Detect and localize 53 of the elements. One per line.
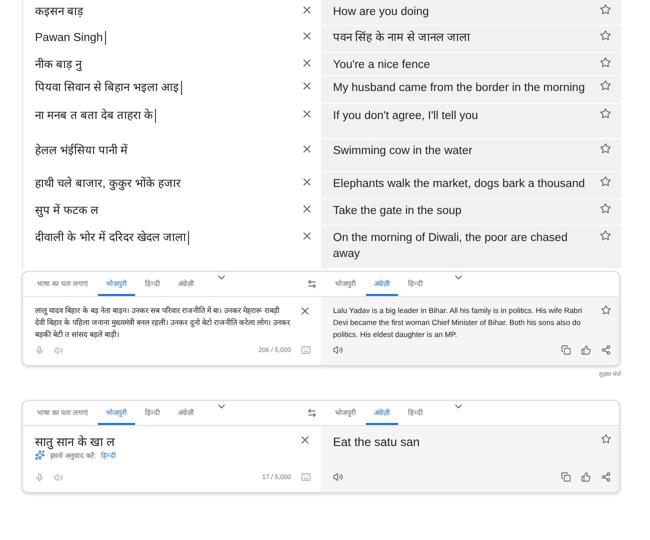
translated-phrase: पवन सिंह के नाम से जानल जाला [333,30,472,46]
share-button[interactable] [601,345,611,355]
translated-phrase: Take the gate in the soup [333,204,463,219]
source-phrase: नीक बाड़ नु [35,57,82,73]
close-button[interactable] [301,80,313,92]
star-button[interactable] [601,434,611,444]
close-button[interactable] [301,30,313,42]
star-button[interactable] [600,57,611,68]
star-button[interactable] [601,305,611,315]
translated-phrase: Swimming cow in the water [333,144,474,159]
star-button[interactable] [600,230,611,241]
star-button[interactable] [600,176,611,187]
star-button[interactable] [600,143,611,154]
translated-phrase: If you don't agree, I'll tell you [333,109,480,124]
source-phrase: ना मनब त बता देब ताहरा के [35,108,154,124]
copy-button[interactable] [561,472,571,482]
star-button[interactable] [600,30,611,41]
translated-phrase: You're a nice fence [333,58,432,73]
copy-button[interactable] [561,345,571,355]
translated-phrase: My husband came from the border in the morning [333,81,586,96]
close-button[interactable] [299,305,311,317]
translated-phrase: On the morning of Diwali, the poor are chased away [333,231,569,262]
close-button[interactable] [301,4,313,16]
share-button[interactable] [601,472,611,482]
source-phrase: सुप में फटक ल [35,203,99,219]
source-phrase: हेलल भंईसिया पानी में [35,143,128,159]
close-button[interactable] [301,203,313,215]
source-phrase: कइसन बाड़ [35,5,84,20]
rate-button[interactable] [581,345,591,355]
source-phrase: हाथी चले बाजार, कुकुर भोंके हजार [35,176,182,192]
close-button[interactable] [301,57,313,69]
swap-icon [307,279,317,289]
close-button[interactable] [301,143,313,155]
translation-text: Eat the satu san [333,434,421,450]
star-button[interactable] [600,108,611,119]
sparkle-icon [35,450,45,460]
translated-phrase: Elephants walk the market, dogs bark a thousand [333,177,586,192]
close-button[interactable] [301,230,313,242]
star-button[interactable] [600,203,611,214]
rate-button[interactable] [581,472,591,482]
translated-phrase: How are you doing [333,5,430,20]
source-phrase: Pawan Singh [35,31,103,46]
swap-icon [307,408,317,418]
listen-button[interactable] [333,472,343,482]
source-phrase: दीवाली के भोर में दरिदर खेदल जाला [35,230,186,246]
source-phrase: पियवा सिवान से बिहान भइला आइ [35,80,179,96]
listen-button[interactable] [333,345,343,355]
source-text: सातु सान के खा ल [35,434,116,450]
close-button[interactable] [301,108,313,120]
close-button[interactable] [301,176,313,188]
star-button[interactable] [600,4,611,15]
star-button[interactable] [600,80,611,91]
close-button[interactable] [299,434,311,446]
